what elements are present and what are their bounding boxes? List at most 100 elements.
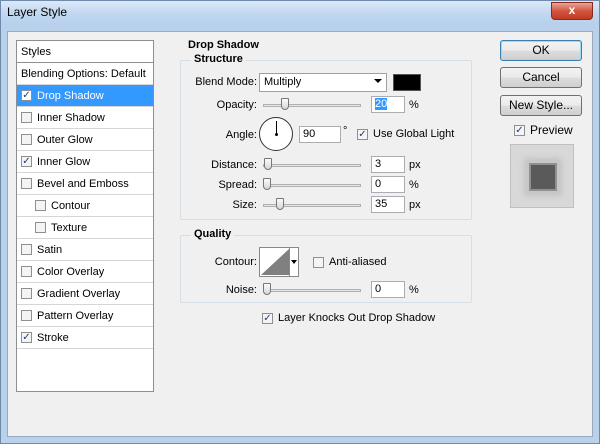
- checkbox-icon[interactable]: [35, 200, 46, 211]
- checkbox-icon[interactable]: ✓: [21, 90, 32, 101]
- style-item-satin[interactable]: Satin: [17, 239, 153, 261]
- title-bar[interactable]: Layer Style x: [1, 1, 599, 25]
- anti-aliased-label: Anti-aliased: [329, 256, 387, 268]
- quality-title: Quality: [191, 228, 235, 240]
- chevron-down-icon: [289, 248, 298, 276]
- style-item-texture[interactable]: Texture: [17, 217, 153, 239]
- angle-dial-center: [275, 133, 278, 136]
- checkbox-icon[interactable]: [21, 310, 32, 321]
- size-slider-thumb[interactable]: [275, 198, 284, 210]
- blend-mode-value: Multiply: [264, 76, 302, 88]
- checkbox-icon: ✓: [514, 124, 525, 136]
- shadow-color-swatch[interactable]: [393, 74, 421, 91]
- structure-group: Structure Blend Mode: Multiply Opacity: …: [180, 53, 472, 220]
- angle-dial[interactable]: [259, 117, 293, 151]
- styles-header[interactable]: Styles: [17, 41, 153, 63]
- style-item-label: Inner Glow: [37, 155, 91, 168]
- spread-slider-thumb[interactable]: [263, 178, 271, 190]
- style-item-inner-glow[interactable]: ✓ Inner Glow: [17, 151, 153, 173]
- style-item-outer-glow[interactable]: Outer Glow: [17, 129, 153, 151]
- distance-slider-thumb[interactable]: [263, 158, 272, 170]
- style-item-drop-shadow[interactable]: ✓ Drop Shadow: [17, 85, 153, 107]
- angle-input[interactable]: 90: [299, 126, 341, 143]
- distance-input[interactable]: 3: [371, 156, 405, 173]
- styles-list: Styles Blending Options: Default ✓ Drop Sh…: [16, 40, 154, 392]
- spread-unit: %: [409, 179, 419, 191]
- size-unit: px: [409, 199, 421, 211]
- new-style-button[interactable]: New Style...: [500, 95, 582, 116]
- window-title: Layer Style: [7, 5, 68, 19]
- angle-label: Angle:: [225, 129, 257, 141]
- spread-slider-track[interactable]: [263, 184, 361, 187]
- size-value: 35: [375, 198, 388, 210]
- blend-mode-label: Blend Mode:: [195, 76, 257, 88]
- style-item-inner-shadow[interactable]: Inner Shadow: [17, 107, 153, 129]
- style-item-label: Satin: [37, 243, 63, 256]
- opacity-label: Opacity:: [216, 99, 257, 111]
- style-item-contour[interactable]: Contour: [17, 195, 153, 217]
- checkbox-icon[interactable]: [21, 134, 32, 145]
- contour-picker[interactable]: [259, 247, 299, 277]
- style-item-label: Stroke: [37, 331, 69, 344]
- style-item-label: Texture: [51, 221, 88, 234]
- checkbox-icon[interactable]: [21, 244, 32, 255]
- opacity-value: 20: [375, 98, 388, 110]
- style-item-label: Outer Glow: [37, 133, 93, 146]
- anti-aliased-checkbox[interactable]: Anti-aliased: [313, 256, 386, 268]
- style-item-label: Inner Shadow: [37, 111, 105, 124]
- checkbox-icon[interactable]: [21, 266, 32, 277]
- noise-value: 0: [375, 283, 382, 295]
- checkbox-icon[interactable]: ✓: [21, 156, 32, 167]
- style-item-blending-options-default[interactable]: Blending Options: Default: [17, 63, 153, 85]
- distance-value: 3: [375, 158, 382, 170]
- distance-slider-track[interactable]: [263, 164, 361, 167]
- blend-mode-select[interactable]: Multiply: [259, 73, 387, 92]
- checkbox-icon[interactable]: ✓: [21, 332, 32, 343]
- noise-slider-track[interactable]: [263, 289, 361, 292]
- noise-input[interactable]: 0: [371, 281, 405, 298]
- style-item-label: Gradient Overlay: [37, 287, 121, 300]
- noise-unit: %: [409, 284, 419, 296]
- angle-unit: °: [343, 125, 348, 137]
- style-item-label: Pattern Overlay: [37, 309, 114, 322]
- style-item-color-overlay[interactable]: Color Overlay: [17, 261, 153, 283]
- contour-label: Contour:: [214, 256, 257, 268]
- layer-style-dialog: Layer Style x Styles Blending Options: D…: [0, 0, 600, 444]
- opacity-unit: %: [409, 99, 419, 111]
- opacity-slider-track[interactable]: [263, 104, 361, 107]
- knockout-checkbox[interactable]: ✓ Layer Knocks Out Drop Shadow: [262, 312, 435, 324]
- style-item-label: Blending Options: Default: [21, 67, 146, 80]
- dialog-body: Styles Blending Options: Default ✓ Drop Sh…: [7, 31, 593, 437]
- opacity-slider-thumb[interactable]: [281, 98, 289, 110]
- distance-label: Distance:: [211, 159, 257, 171]
- checkbox-icon[interactable]: [21, 178, 32, 189]
- preview-swatch: [529, 163, 557, 191]
- noise-label: Noise:: [225, 284, 257, 296]
- distance-unit: px: [409, 159, 421, 171]
- size-label: Size:: [232, 199, 257, 211]
- style-item-bevel-and-emboss[interactable]: Bevel and Emboss: [17, 173, 153, 195]
- section-title: Drop Shadow: [188, 39, 259, 51]
- opacity-input[interactable]: 20: [371, 96, 405, 113]
- style-item-pattern-overlay[interactable]: Pattern Overlay: [17, 305, 153, 327]
- spread-label: Spread:: [218, 179, 257, 191]
- checkbox-icon: ✓: [357, 128, 368, 140]
- style-item-label: Contour: [51, 199, 91, 212]
- ok-button[interactable]: OK: [500, 40, 582, 61]
- noise-slider-thumb[interactable]: [263, 283, 271, 295]
- size-input[interactable]: 35: [371, 196, 405, 213]
- styles-items: Blending Options: Default ✓ Drop Shadow Inn…: [17, 63, 153, 349]
- preview-checkbox[interactable]: ✓ Preview: [514, 123, 573, 137]
- style-item-stroke[interactable]: ✓ Stroke: [17, 327, 153, 349]
- use-global-light-checkbox[interactable]: ✓ Use Global Light: [357, 128, 454, 140]
- style-preview: [510, 144, 574, 208]
- checkbox-icon[interactable]: [21, 112, 32, 123]
- preview-label: Preview: [530, 123, 573, 137]
- checkbox-icon[interactable]: [21, 288, 32, 299]
- checkbox-icon[interactable]: [35, 222, 46, 233]
- cancel-button[interactable]: Cancel: [500, 67, 582, 88]
- angle-value: 90: [303, 128, 316, 140]
- spread-input[interactable]: 0: [371, 176, 405, 193]
- style-item-gradient-overlay[interactable]: Gradient Overlay: [17, 283, 153, 305]
- close-button[interactable]: x: [551, 2, 593, 20]
